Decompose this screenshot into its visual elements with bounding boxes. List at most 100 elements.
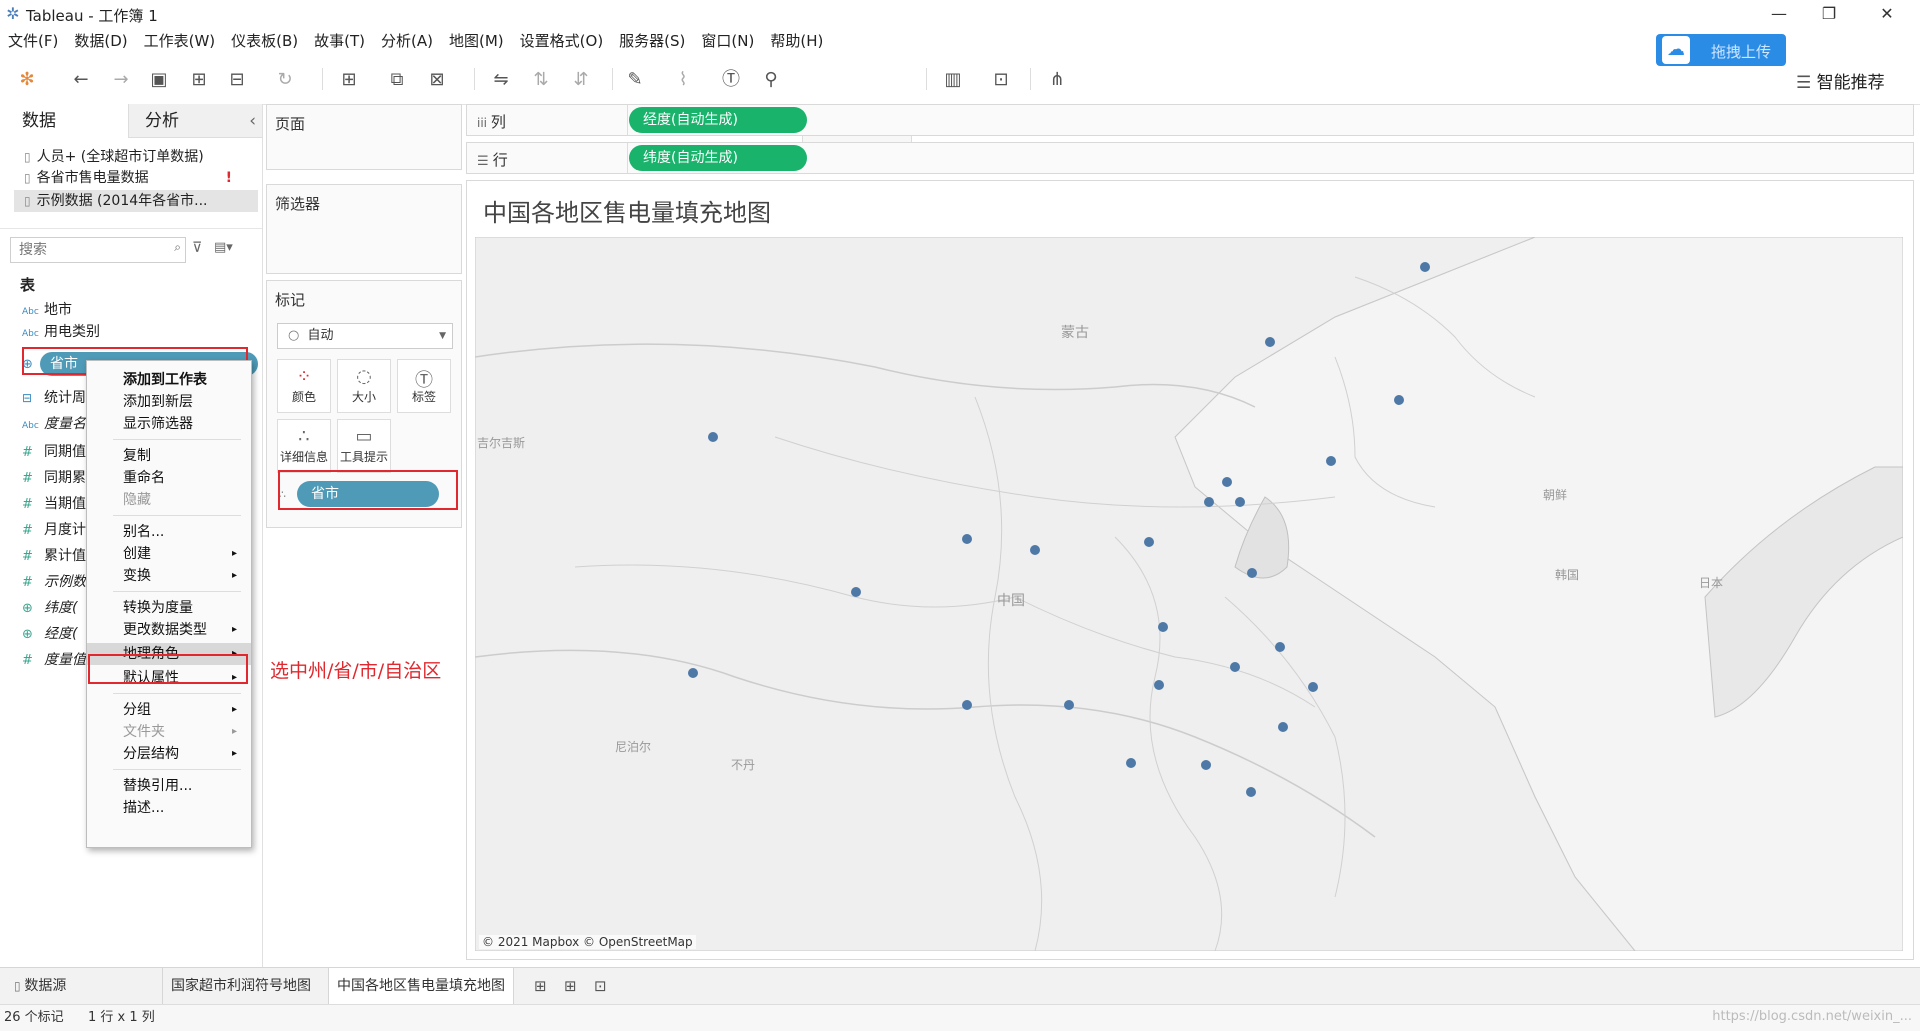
datasource-tab[interactable]: ▯ 数据源 [6, 968, 74, 1004]
map-point[interactable] [1201, 760, 1211, 770]
menu-convert-to-measure[interactable]: 转换为度量 [87, 597, 251, 619]
menu-add-to-sheet[interactable]: 添加到工作表 [87, 369, 251, 391]
field-item[interactable]: Abc 地市 [22, 298, 262, 322]
duplicate-icon[interactable]: ⧉ [384, 67, 410, 93]
menu-duplicate[interactable]: 复制 [87, 445, 251, 467]
map-point[interactable] [962, 534, 972, 544]
menu-file[interactable]: 文件(F) [0, 28, 66, 54]
new-datasource-icon[interactable]: ⊞ [186, 67, 212, 93]
new-dashboard-icon[interactable]: ⊞ [556, 968, 585, 1004]
filter-icon[interactable]: ⊽ [192, 240, 202, 256]
collapse-icon[interactable]: ‹ [249, 104, 256, 138]
group-icon[interactable]: ⌇ [670, 67, 696, 93]
maximize-button[interactable]: ❐ [1806, 0, 1852, 28]
menu-add-to-new-layer[interactable]: 添加到新层 [87, 391, 251, 413]
map-point[interactable] [688, 668, 698, 678]
menu-format[interactable]: 设置格式(O) [512, 28, 612, 54]
new-worksheet-icon[interactable]: ⊞ [526, 968, 555, 1004]
menu-dashboard[interactable]: 仪表板(B) [223, 28, 306, 54]
menu-describe[interactable]: 描述... [87, 797, 251, 819]
map-canvas[interactable]: 蒙古 中国 朝鲜 韩国 日本 尼泊尔 不丹 吉尔吉斯 © 2021 Mapbox… [475, 237, 1903, 951]
menu-analysis[interactable]: 分析(A) [373, 28, 441, 54]
map-point[interactable] [1158, 622, 1168, 632]
undo-icon[interactable]: ← [68, 67, 94, 93]
field-item[interactable]: Abc 用电类别 [22, 320, 262, 344]
menu-aliases[interactable]: 别名... [87, 521, 251, 543]
mark-type-select[interactable]: ○ 自动 ▼ [277, 323, 453, 349]
minimize-button[interactable]: — [1756, 0, 1802, 28]
menu-change-data-type[interactable]: 更改数据类型 ▸ [87, 619, 251, 641]
presentation-icon[interactable]: ⊡ [988, 67, 1014, 93]
menu-rename[interactable]: 重命名 [87, 467, 251, 489]
search-input[interactable] [17, 238, 161, 262]
new-worksheet-icon[interactable]: ⊞ [336, 67, 362, 93]
detail-button[interactable]: ∴ 详细信息 [277, 419, 331, 473]
map-point[interactable] [1222, 477, 1232, 487]
show-cards-icon[interactable]: ▥ [940, 67, 966, 93]
share-icon[interactable]: ⋔ [1044, 67, 1070, 93]
view-options-icon[interactable]: ▤▾ [214, 240, 233, 255]
close-button[interactable]: ✕ [1864, 0, 1910, 28]
menu-window[interactable]: 窗口(N) [693, 28, 762, 54]
map-attribution[interactable]: © 2021 Mapbox © OpenStreetMap [479, 935, 696, 949]
map-point[interactable] [1030, 545, 1040, 555]
pages-card[interactable]: 页面 [266, 104, 462, 170]
filters-card[interactable]: 筛选器 [266, 184, 462, 274]
sheet-tab-active[interactable]: 中国各地区售电量填充地图 [328, 968, 514, 1004]
label-icon[interactable]: Ⓣ [718, 67, 744, 93]
map-point[interactable] [1265, 337, 1275, 347]
menu-replace-references[interactable]: 替换引用... [87, 775, 251, 797]
rows-pill[interactable]: 纬度(自动生成) [629, 145, 807, 171]
smart-recommend[interactable]: ☰ 智能推荐 [1796, 68, 1885, 93]
menu-hierarchy[interactable]: 分层结构 ▸ [87, 743, 251, 765]
sheet-tab[interactable]: 国家超市利润符号地图 [162, 968, 319, 1004]
map-point[interactable] [1126, 758, 1136, 768]
menu-show-filter[interactable]: 显示筛选器 [87, 413, 251, 435]
redo-icon[interactable]: → [108, 67, 134, 93]
tooltip-button[interactable]: ▭ 工具提示 [337, 419, 391, 473]
tab-analysis[interactable]: 分析 ‹ [128, 104, 262, 138]
map-point[interactable] [1246, 787, 1256, 797]
menu-map[interactable]: 地图(M) [441, 28, 512, 54]
map-point[interactable] [1420, 262, 1430, 272]
map-point[interactable] [1275, 642, 1285, 652]
columns-shelf[interactable]: iii 列 经度(自动生成) [466, 104, 1914, 136]
new-story-icon[interactable]: ⊡ [586, 968, 615, 1004]
menu-help[interactable]: 帮助(H) [762, 28, 831, 54]
clear-icon[interactable]: ⊠ [424, 67, 450, 93]
swap-icon[interactable]: ⇋ [488, 67, 514, 93]
map-point[interactable] [1278, 722, 1288, 732]
tab-data[interactable]: 数据 [0, 104, 128, 138]
menu-server[interactable]: 服务器(S) [611, 28, 693, 54]
pause-updates-icon[interactable]: ⊟ [224, 67, 250, 93]
datasource-item[interactable]: ▯ 人员+ (全球超市订单数据) [24, 146, 248, 168]
menu-worksheet[interactable]: 工作表(W) [136, 28, 224, 54]
map-point[interactable] [1394, 395, 1404, 405]
map-point[interactable] [1247, 568, 1257, 578]
map-point[interactable] [708, 432, 718, 442]
menu-create[interactable]: 创建 ▸ [87, 543, 251, 565]
map-point[interactable] [1235, 497, 1245, 507]
map-point[interactable] [1154, 680, 1164, 690]
sort-asc-icon[interactable]: ⇅ [528, 67, 554, 93]
size-button[interactable]: ◌ 大小 [337, 359, 391, 413]
sort-desc-icon[interactable]: ⇵ [568, 67, 594, 93]
map-point[interactable] [1308, 682, 1318, 692]
highlight-icon[interactable]: ✎ [622, 67, 648, 93]
search-field[interactable]: ⌕ [10, 237, 186, 263]
menu-group[interactable]: 分组 ▸ [87, 699, 251, 721]
pin-icon[interactable]: ⚲ [758, 67, 784, 93]
menu-story[interactable]: 故事(T) [306, 28, 373, 54]
save-icon[interactable]: ▣ [146, 67, 172, 93]
menu-transform[interactable]: 变换 ▸ [87, 565, 251, 587]
map-point[interactable] [1064, 700, 1074, 710]
map-point[interactable] [1326, 456, 1336, 466]
datasource-item-selected[interactable]: ▯ 示例数据 (2014年各省市... [14, 190, 258, 212]
map-point[interactable] [1204, 497, 1214, 507]
tableau-logo-icon[interactable]: ✻ [14, 67, 40, 93]
map-point[interactable] [962, 700, 972, 710]
menu-data[interactable]: 数据(D) [66, 28, 135, 54]
columns-pill[interactable]: 经度(自动生成) [629, 107, 807, 133]
refresh-icon[interactable]: ↻ [272, 67, 298, 93]
map-point[interactable] [1144, 537, 1154, 547]
